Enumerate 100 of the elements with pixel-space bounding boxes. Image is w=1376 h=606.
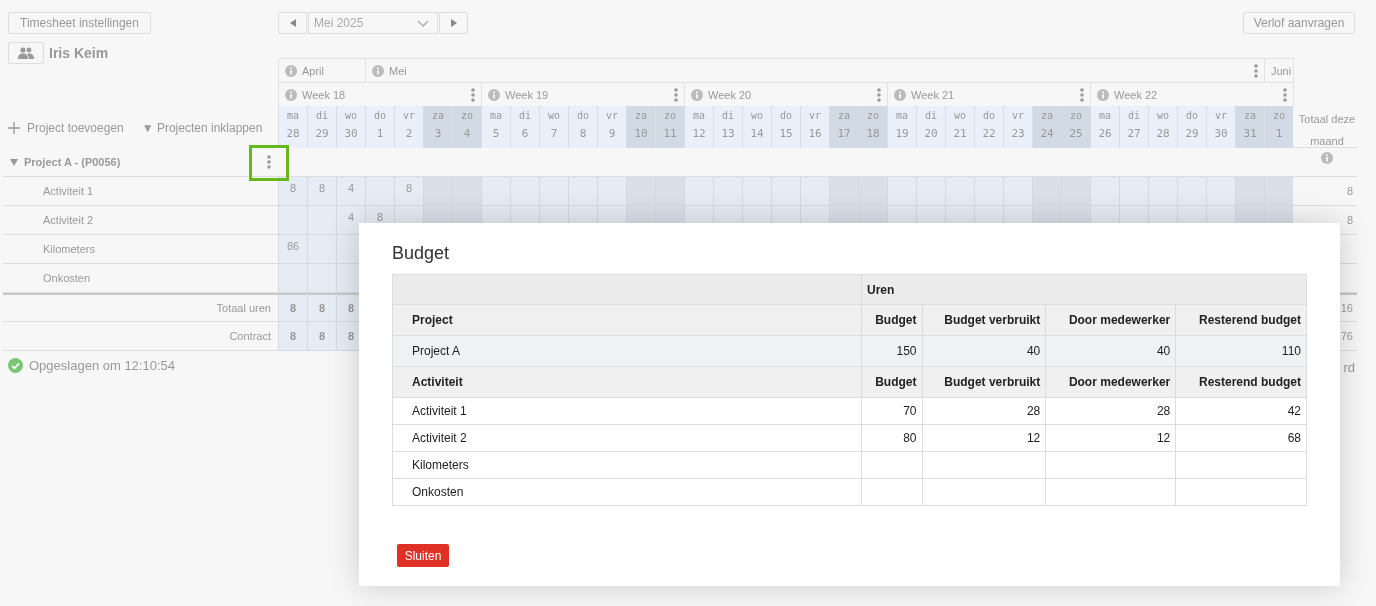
day-header[interactable]: zo 1 xyxy=(1264,106,1293,148)
table-cell: 8 xyxy=(278,322,307,351)
day-header[interactable]: vr 30 xyxy=(1206,106,1235,148)
table-cell[interactable] xyxy=(1206,177,1235,206)
day-header[interactable]: zo 4 xyxy=(452,106,481,148)
table-cell[interactable] xyxy=(829,177,858,206)
project-row-label[interactable]: Project A - (P0056) xyxy=(24,156,121,168)
table-cell[interactable] xyxy=(423,177,452,206)
day-header[interactable]: zo 11 xyxy=(655,106,684,148)
day-header[interactable]: vr 16 xyxy=(800,106,829,148)
table-cell[interactable] xyxy=(626,177,655,206)
table-cell[interactable] xyxy=(974,177,1003,206)
table-cell[interactable]: 4 xyxy=(336,206,365,235)
day-header[interactable]: wo 14 xyxy=(742,106,771,148)
more-icon xyxy=(674,87,678,102)
table-cell[interactable] xyxy=(278,206,307,235)
table-cell[interactable] xyxy=(1177,177,1206,206)
day-header[interactable]: vr 2 xyxy=(394,106,423,148)
day-header[interactable]: za 31 xyxy=(1235,106,1264,148)
day-header[interactable]: ma 28 xyxy=(278,106,307,148)
table-cell[interactable] xyxy=(945,177,974,206)
table-cell: 40 xyxy=(1045,335,1176,367)
day-header[interactable]: do 8 xyxy=(568,106,597,148)
table-cell[interactable] xyxy=(1148,177,1177,206)
day-header[interactable]: zo 25 xyxy=(1061,106,1090,148)
day-header[interactable]: wo 7 xyxy=(539,106,568,148)
table-cell[interactable] xyxy=(365,177,394,206)
collapse-projects-button[interactable]: ▼ Projecten inklappen xyxy=(141,121,263,135)
column-group-header: Uren xyxy=(861,274,1307,305)
table-cell[interactable] xyxy=(307,264,336,293)
table-cell[interactable]: 86 xyxy=(278,235,307,264)
info-icon xyxy=(1321,152,1333,164)
table-cell[interactable] xyxy=(1264,177,1293,206)
table-cell[interactable] xyxy=(1003,177,1032,206)
day-header[interactable]: do 1 xyxy=(365,106,394,148)
table-cell[interactable] xyxy=(800,177,829,206)
day-header[interactable]: za 3 xyxy=(423,106,452,148)
table-cell[interactable] xyxy=(1061,177,1090,206)
table-cell[interactable]: 8 xyxy=(278,177,307,206)
table-cell[interactable] xyxy=(1235,177,1264,206)
table-cell[interactable] xyxy=(452,177,481,206)
add-project-button[interactable]: Project toevoegen xyxy=(8,121,124,135)
table-cell[interactable] xyxy=(742,177,771,206)
toggle-triangle-icon[interactable] xyxy=(10,158,18,166)
day-header[interactable]: do 15 xyxy=(771,106,800,148)
day-header[interactable]: wo 21 xyxy=(945,106,974,148)
table-cell[interactable]: 8 xyxy=(394,177,423,206)
day-header[interactable]: wo 28 xyxy=(1148,106,1177,148)
day-header[interactable]: vr 23 xyxy=(1003,106,1032,148)
day-header[interactable]: di 20 xyxy=(916,106,945,148)
previous-button[interactable] xyxy=(278,12,307,34)
table-cell[interactable] xyxy=(684,177,713,206)
day-header[interactable]: do 29 xyxy=(1177,106,1206,148)
table-cell[interactable] xyxy=(278,264,307,293)
user-button[interactable] xyxy=(8,42,44,64)
day-header[interactable]: di 13 xyxy=(713,106,742,148)
close-button[interactable]: Sluiten xyxy=(397,544,449,567)
table-cell[interactable] xyxy=(1119,177,1148,206)
day-header[interactable]: di 6 xyxy=(510,106,539,148)
month-select[interactable]: Mei 2025 xyxy=(308,12,438,34)
table-cell[interactable] xyxy=(771,177,800,206)
table-cell[interactable] xyxy=(1032,177,1061,206)
table-cell[interactable] xyxy=(887,177,916,206)
table-cell[interactable]: 4 xyxy=(336,177,365,206)
table-cell[interactable]: 8 xyxy=(307,177,336,206)
day-header[interactable]: zo 18 xyxy=(858,106,887,148)
day-header[interactable]: ma 19 xyxy=(887,106,916,148)
day-header[interactable]: vr 9 xyxy=(597,106,626,148)
day-header[interactable]: di 29 xyxy=(307,106,336,148)
table-cell[interactable] xyxy=(1090,177,1119,206)
month-header: Mei xyxy=(365,58,1264,82)
table-cell: 12 xyxy=(922,424,1046,452)
day-header[interactable]: ma 12 xyxy=(684,106,713,148)
table-cell: 12 xyxy=(1045,424,1176,452)
next-button[interactable] xyxy=(439,12,468,34)
day-header[interactable]: di 27 xyxy=(1119,106,1148,148)
day-header[interactable]: do 22 xyxy=(974,106,1003,148)
day-header[interactable]: za 17 xyxy=(829,106,858,148)
day-header[interactable]: wo 30 xyxy=(336,106,365,148)
table-cell: 8 xyxy=(278,293,307,322)
table-cell[interactable] xyxy=(568,177,597,206)
table-cell[interactable] xyxy=(858,177,887,206)
table-cell: 150 xyxy=(861,335,922,367)
leave-request-button[interactable]: Verlof aanvragen xyxy=(1243,12,1355,34)
column-header: Budget xyxy=(861,366,922,398)
table-cell[interactable] xyxy=(510,177,539,206)
day-header[interactable]: ma 26 xyxy=(1090,106,1119,148)
day-header[interactable]: ma 5 xyxy=(481,106,510,148)
week-header: Week 18 xyxy=(278,82,481,106)
table-cell[interactable] xyxy=(597,177,626,206)
more-icon xyxy=(267,155,271,169)
day-header[interactable]: za 24 xyxy=(1032,106,1061,148)
table-cell[interactable] xyxy=(713,177,742,206)
day-header[interactable]: za 10 xyxy=(626,106,655,148)
table-cell[interactable] xyxy=(481,177,510,206)
status-text: rd xyxy=(1343,360,1355,375)
table-cell[interactable] xyxy=(655,177,684,206)
table-cell[interactable] xyxy=(916,177,945,206)
settings-button[interactable]: Timesheet instellingen xyxy=(8,12,151,34)
table-cell[interactable] xyxy=(539,177,568,206)
